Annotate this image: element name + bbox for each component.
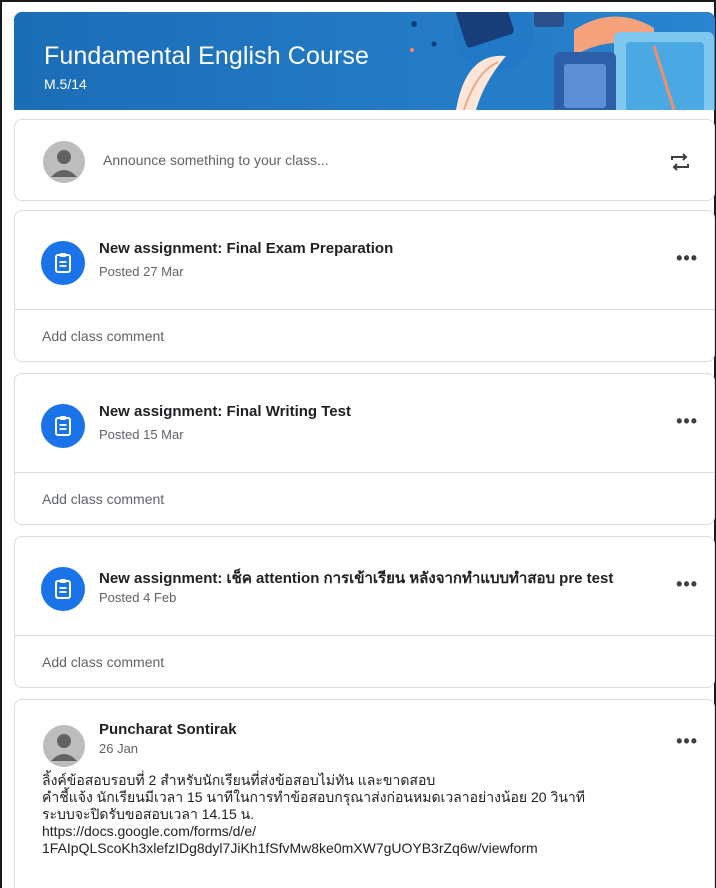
post-line: ลิ้งค์ข้อสอบรอบที่ 2 สำหรับนักเรียนที่ส่… xyxy=(42,772,436,788)
person-icon xyxy=(43,725,85,767)
assignment-icon xyxy=(41,241,85,285)
assignment-icon xyxy=(41,567,85,611)
divider xyxy=(15,635,714,636)
person-icon xyxy=(43,141,85,183)
assignment-date: Posted 15 Mar xyxy=(99,427,184,442)
announce-composer[interactable]: Announce something to your class... xyxy=(14,119,715,201)
post-line: คำชี้แจ้ง นักเรียนมีเวลา 15 นาทีในการทำข… xyxy=(42,789,585,805)
post-author: Puncharat Sontirak xyxy=(99,721,237,738)
assignment-title[interactable]: New assignment: Final Exam Preparation xyxy=(99,240,393,257)
announcement-post[interactable]: Puncharat Sontirak 26 Jan ••• ลิ้งค์ข้อส… xyxy=(14,699,715,888)
stream-item[interactable]: New assignment: Final Writing Test Poste… xyxy=(14,373,715,525)
author-avatar xyxy=(43,725,85,767)
announce-input[interactable]: Announce something to your class... xyxy=(103,152,329,168)
stream-item[interactable]: New assignment: Final Exam Preparation P… xyxy=(14,210,715,362)
assignment-title[interactable]: New assignment: Final Writing Test xyxy=(99,403,351,420)
post-link[interactable]: 1FAIpQLScoKh3xlefzIDg8dyl7JiKh1fSfvMw8ke… xyxy=(42,840,702,857)
avatar xyxy=(43,141,85,183)
more-options-icon[interactable]: ••• xyxy=(676,575,698,593)
repost-icon[interactable] xyxy=(668,150,692,174)
add-comment-link[interactable]: Add class comment xyxy=(42,654,164,670)
post-line: ระบบจะปิดรับขอสอบเวลา 14.15 น. xyxy=(42,806,255,822)
more-options-icon[interactable]: ••• xyxy=(676,732,698,750)
more-options-icon[interactable]: ••• xyxy=(676,249,698,267)
stream-item[interactable]: New assignment: เช็ค attention การเข้าเร… xyxy=(14,536,715,688)
course-banner: Fundamental English Course M.5/14 xyxy=(14,12,715,110)
assignment-date: Posted 4 Feb xyxy=(99,590,177,605)
add-comment-link[interactable]: Add class comment xyxy=(42,328,164,344)
course-title[interactable]: Fundamental English Course xyxy=(44,42,369,71)
divider xyxy=(15,472,714,473)
assignment-icon xyxy=(41,404,85,448)
divider xyxy=(15,309,714,310)
assignment-title[interactable]: New assignment: เช็ค attention การเข้าเร… xyxy=(99,566,613,590)
course-section: M.5/14 xyxy=(44,76,87,92)
post-body: ลิ้งค์ข้อสอบรอบที่ 2 สำหรับนักเรียนที่ส่… xyxy=(42,772,702,857)
add-comment-link[interactable]: Add class comment xyxy=(42,491,164,507)
post-link[interactable]: https://docs.google.com/forms/d/e/ xyxy=(42,823,702,840)
post-date: 26 Jan xyxy=(99,741,139,756)
assignment-date: Posted 27 Mar xyxy=(99,264,184,279)
more-options-icon[interactable]: ••• xyxy=(676,412,698,430)
